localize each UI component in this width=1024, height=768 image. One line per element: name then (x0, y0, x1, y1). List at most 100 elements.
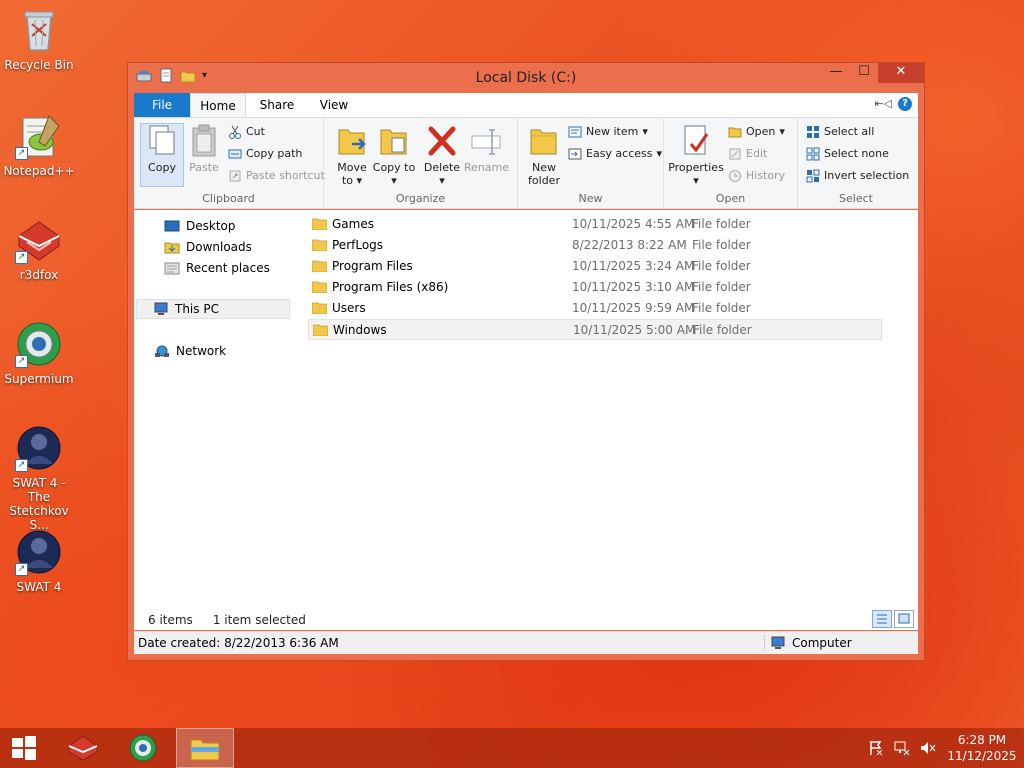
paste-button[interactable]: Paste (182, 124, 226, 174)
properties-icon (680, 124, 712, 158)
new-item-button[interactable]: New item ▾ (568, 122, 648, 142)
tab-home[interactable]: Home (190, 93, 246, 117)
network-icon (154, 344, 170, 358)
ribbon-tabs: File Home Share View ⇤◁ ? (134, 93, 918, 117)
supermium-icon: ↗ (15, 320, 63, 368)
nav-item-recent-places[interactable]: Recent places (164, 258, 270, 278)
file-row-users[interactable]: Users 10/11/2025 9:59 AM File folder (308, 298, 908, 319)
delete-button[interactable]: Delete ▾ (420, 124, 464, 187)
invert-selection-button[interactable]: Invert selection (806, 166, 909, 186)
date-created-status: Date created: 8/22/2013 6:36 AM (138, 636, 339, 650)
taskbar-r3dfox[interactable] (54, 728, 112, 768)
desktop-icon-r3dfox[interactable]: ↗ r3dfox (0, 216, 78, 282)
file-name: Games (332, 217, 374, 231)
minimize-button[interactable]: — (822, 63, 850, 83)
move-to-button[interactable]: Move to ▾ (330, 124, 374, 187)
folder-icon (312, 302, 327, 314)
group-label-new: New (578, 192, 603, 205)
copy-path-button[interactable]: Copy path (228, 144, 302, 164)
recycle-bin-icon (15, 6, 63, 54)
folder-icon (312, 218, 327, 230)
file-row-program-files[interactable]: Program Files 10/11/2025 3:24 AM File fo… (308, 256, 908, 277)
computer-icon (153, 302, 169, 316)
easy-access-button[interactable]: Easy access ▾ (568, 144, 662, 164)
r3dfox-icon: ↗ (15, 216, 63, 264)
tab-file[interactable]: File (134, 93, 190, 117)
clock-time: 6:28 PM (957, 733, 1007, 747)
action-center-flag-icon[interactable] (868, 740, 884, 756)
large-icons-view-icon[interactable] (894, 610, 914, 628)
edit-button[interactable]: Edit (728, 144, 767, 164)
tab-share[interactable]: Share (252, 93, 302, 117)
navigation-pane: Desktop Downloads Recent places This PC … (134, 210, 294, 630)
group-clipboard: Copy Paste Cut Copy path Paste shortcut … (134, 118, 325, 208)
nav-item-this-pc[interactable]: This PC (136, 299, 290, 319)
select-all-button[interactable]: Select all (806, 122, 874, 142)
copy-path-icon (228, 147, 242, 161)
taskbar-clock[interactable]: 6:28 PM 11/12/2025 (946, 732, 1018, 764)
select-none-button[interactable]: Select none (806, 144, 889, 164)
properties-button[interactable]: Properties ▾ (668, 124, 724, 187)
window-controls: — ☐ ✕ (822, 63, 924, 83)
paste-shortcut-button[interactable]: Paste shortcut (228, 166, 325, 186)
file-type: File folder (692, 259, 751, 273)
shortcut-arrow-icon: ↗ (15, 355, 28, 368)
details-view-icon[interactable] (872, 610, 892, 628)
title-bar[interactable]: ▾ Local Disk (C:) — ☐ ✕ (128, 63, 924, 92)
desktop-icon-label: SWAT 4 - The Stetchkov S... (9, 476, 69, 532)
shortcut-arrow-icon: ↗ (15, 563, 28, 576)
desktop-icon-label: Supermium (4, 372, 74, 386)
supermium-icon (129, 734, 157, 762)
file-row-program-files-x86[interactable]: Program Files (x86) 10/11/2025 3:10 AM F… (308, 277, 908, 298)
rename-button[interactable]: Rename (464, 124, 509, 174)
history-button[interactable]: History (728, 166, 785, 186)
close-button[interactable]: ✕ (878, 63, 924, 83)
nav-item-network[interactable]: Network (154, 341, 226, 361)
shortcut-arrow-icon: ↗ (15, 459, 28, 472)
group-label-clipboard: Clipboard (202, 192, 255, 205)
open-button[interactable]: Open ▾ (728, 122, 785, 142)
volume-muted-icon[interactable] (920, 740, 936, 756)
cut-button[interactable]: Cut (228, 122, 265, 142)
desktop-icon-notepadpp[interactable]: ↗ Notepad++ (0, 112, 78, 178)
nav-item-downloads[interactable]: Downloads (164, 237, 252, 257)
start-button[interactable] (0, 728, 48, 768)
nav-item-desktop[interactable]: Desktop (164, 216, 236, 236)
desktop-icon-label: Notepad++ (3, 164, 75, 178)
group-label-open: Open (715, 192, 746, 205)
desktop-icon-label: r3dfox (19, 268, 59, 282)
taskbar-file-explorer[interactable] (176, 728, 234, 768)
file-row-perflogs[interactable]: PerfLogs 8/22/2013 8:22 AM File folder (308, 235, 908, 256)
network-tray-icon[interactable] (894, 740, 910, 756)
help-icon[interactable]: ? (898, 97, 912, 111)
desktop-icon-recycle-bin[interactable]: Recycle Bin (0, 6, 78, 72)
collapse-ribbon-icon[interactable]: ⇤◁ (874, 97, 892, 110)
taskbar-supermium[interactable] (114, 728, 172, 768)
file-row-games[interactable]: Games 10/11/2025 4:55 AM File folder (308, 214, 908, 235)
easy-access-icon (568, 147, 582, 161)
new-folder-button[interactable]: New folder (522, 124, 566, 187)
file-type: File folder (692, 217, 751, 231)
windows-logo-icon (12, 736, 36, 760)
file-name: Users (332, 301, 366, 315)
tab-view[interactable]: View (309, 93, 359, 117)
copy-to-icon (378, 124, 410, 158)
window-title: Local Disk (C:) (475, 70, 577, 86)
file-row-windows[interactable]: Windows 10/11/2025 5:00 AM File folder (308, 319, 882, 340)
content-area: Desktop Downloads Recent places This PC … (134, 210, 918, 630)
desktop-icon-swat4[interactable]: ↗ SWAT 4 (0, 528, 78, 594)
open-folder-icon (728, 125, 742, 139)
file-date: 10/11/2025 4:55 AM (572, 217, 695, 231)
desktop-icon-swat4-stetchkov[interactable]: ↗ SWAT 4 - The Stetchkov S... (0, 424, 78, 532)
maximize-button[interactable]: ☐ (850, 63, 878, 83)
group-select: Select all Select none Invert selection … (798, 118, 914, 208)
folder-icon (312, 260, 327, 272)
view-toggles (872, 610, 914, 628)
desktop-icon-supermium[interactable]: ↗ Supermium (0, 320, 78, 386)
copy-to-button[interactable]: Copy to ▾ (372, 124, 416, 187)
desktop-icon-label: Recycle Bin (4, 58, 74, 72)
copy-button[interactable]: Copy (140, 123, 184, 187)
notepadpp-icon: ↗ (15, 112, 63, 160)
delete-x-icon (426, 124, 458, 158)
paste-shortcut-icon (228, 169, 242, 183)
